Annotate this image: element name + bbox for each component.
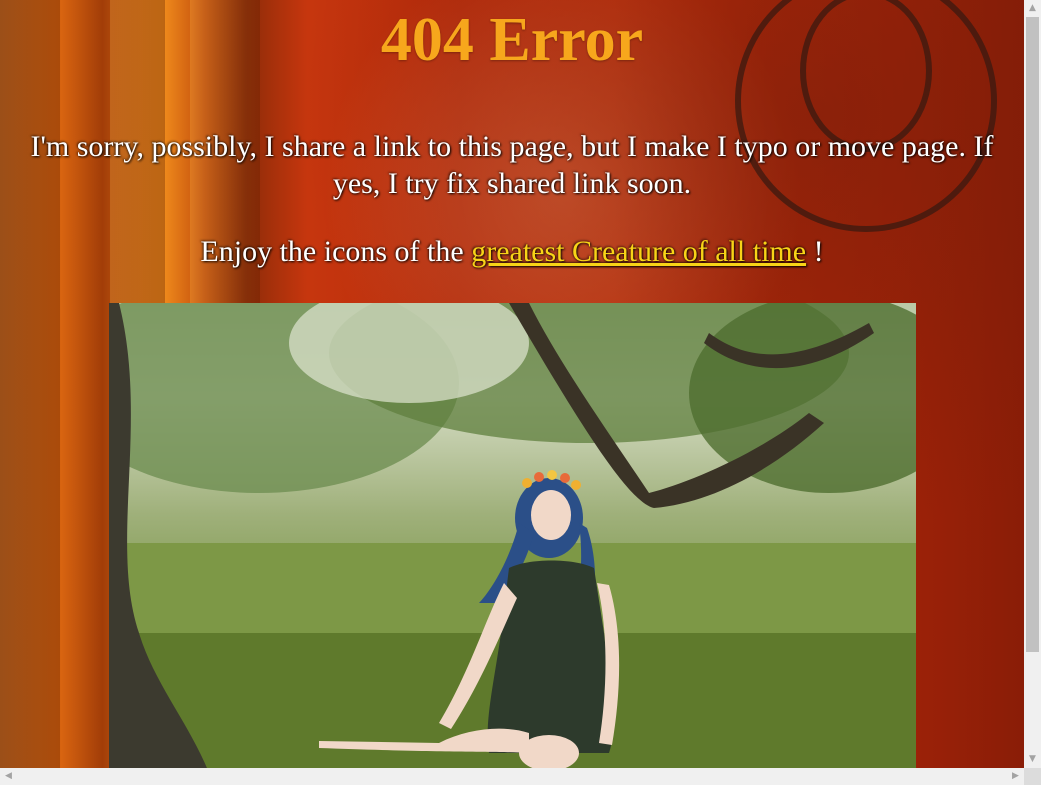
scrollbar-corner bbox=[1024, 768, 1041, 785]
page-title: 404 Error bbox=[380, 6, 644, 74]
up-arrow-icon[interactable]: ▲ bbox=[1024, 0, 1041, 17]
down-arrow-icon[interactable]: ▼ bbox=[1024, 751, 1041, 768]
error-message: I'm sorry, possibly, I share a link to t… bbox=[30, 130, 994, 200]
page-background: 404 Error I'm sorry, possibly, I share a… bbox=[0, 0, 1024, 768]
photo-illustration bbox=[109, 303, 916, 768]
vertical-scrollbar-thumb[interactable] bbox=[1026, 17, 1039, 652]
left-arrow-icon[interactable]: ◀ bbox=[0, 768, 17, 785]
enjoy-line: Enjoy the icons of the greatest Creature… bbox=[0, 233, 1024, 270]
creature-photo bbox=[109, 303, 916, 768]
horizontal-scrollbar[interactable]: ◀ ▶ bbox=[0, 768, 1024, 785]
enjoy-prefix-text: Enjoy the icons of the bbox=[200, 235, 472, 268]
main-content: 404 Error I'm sorry, possibly, I share a… bbox=[0, 0, 1024, 270]
vertical-scrollbar[interactable]: ▲ ▼ bbox=[1024, 0, 1041, 768]
creature-link[interactable]: greatest Creature of all time bbox=[471, 235, 806, 268]
right-arrow-icon[interactable]: ▶ bbox=[1007, 768, 1024, 785]
enjoy-suffix-text: ! bbox=[806, 235, 824, 268]
